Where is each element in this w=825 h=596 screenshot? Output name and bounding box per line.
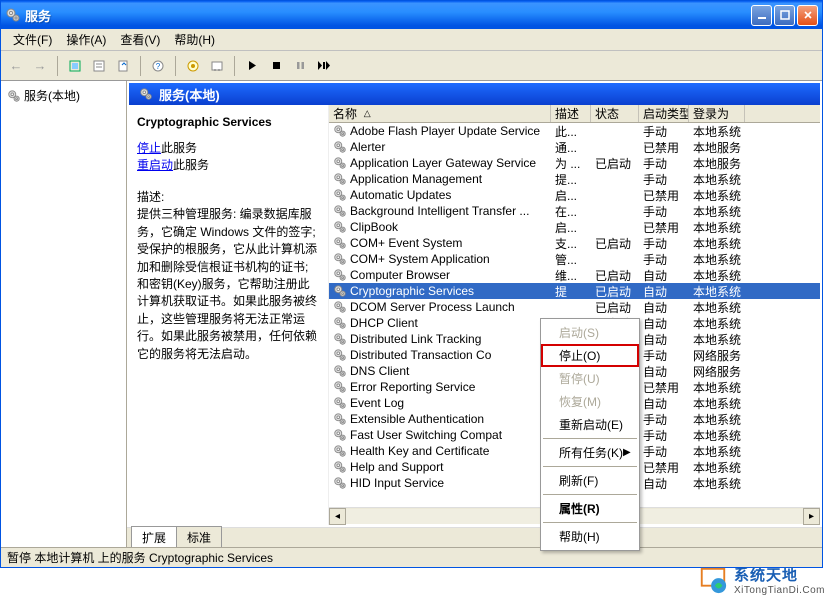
- ctx-properties[interactable]: 属性(R): [541, 497, 639, 520]
- ctx-restart[interactable]: 重新启动(E): [541, 413, 639, 436]
- service-icon: [333, 332, 347, 346]
- service-icon: [333, 396, 347, 410]
- col-status[interactable]: 状态: [591, 105, 639, 122]
- ctx-pause: 暂停(U): [541, 367, 639, 390]
- service-row[interactable]: Application Layer Gateway Service为 ...已启…: [329, 155, 820, 171]
- properties-button[interactable]: [88, 55, 110, 77]
- service-icon: [333, 220, 347, 234]
- back-button: ←: [5, 55, 27, 77]
- col-name[interactable]: 名称 △: [329, 105, 551, 122]
- service-icon: [333, 204, 347, 218]
- ctx-resume: 恢复(M): [541, 390, 639, 413]
- service-row[interactable]: Application Management提...手动本地系统: [329, 171, 820, 187]
- app-icon: [5, 7, 21, 23]
- close-button[interactable]: [797, 5, 818, 26]
- service-icon: [333, 124, 347, 138]
- menu-action[interactable]: 操作(A): [60, 29, 112, 50]
- service-row[interactable]: Background Intelligent Transfer ...在...手…: [329, 203, 820, 219]
- service-icon: [333, 236, 347, 250]
- menu-view[interactable]: 查看(V): [114, 29, 166, 50]
- col-desc[interactable]: 描述: [551, 105, 591, 122]
- maximize-button[interactable]: [774, 5, 795, 26]
- service-row[interactable]: Automatic Updates启...已禁用本地系统: [329, 187, 820, 203]
- tree-root-item[interactable]: 服务(本地): [5, 85, 122, 106]
- service-row[interactable]: Adobe Flash Player Update Service此...手动本…: [329, 123, 820, 139]
- service-icon: [333, 188, 347, 202]
- ctx-help[interactable]: 帮助(H): [541, 525, 639, 548]
- ctx-all-tasks[interactable]: 所有任务(K)▶: [541, 441, 639, 464]
- watermark-url: XiTongTianDi.Com: [734, 585, 825, 596]
- panel-header-text: 服务(本地): [159, 85, 220, 104]
- toolbar: ← → ?: [1, 51, 822, 81]
- window-title: 服务: [25, 6, 751, 25]
- service-icon: [333, 252, 347, 266]
- service-icon: [333, 380, 347, 394]
- service-row[interactable]: Computer Browser维...已启动自动本地系统: [329, 267, 820, 283]
- stop-link[interactable]: 停止: [137, 141, 161, 155]
- service-icon: [333, 460, 347, 474]
- detail-pane: Cryptographic Services 停止此服务 重启动此服务 描述: …: [129, 105, 329, 525]
- service-icon: [333, 156, 347, 170]
- panel-header-icon: [139, 87, 153, 101]
- list-header: 名称 △ 描述 状态 启动类型 登录为: [329, 105, 820, 123]
- desc-text: 提供三种管理服务: 编录数据库服务，它确定 Windows 文件的签字; 受保护…: [137, 206, 320, 363]
- minimize-button[interactable]: [751, 5, 772, 26]
- ctx-stop[interactable]: 停止(O): [541, 344, 639, 367]
- service-icon: [333, 284, 347, 298]
- col-logon[interactable]: 登录为: [689, 105, 745, 122]
- restart-link[interactable]: 重启动: [137, 158, 173, 172]
- tree-root-label: 服务(本地): [24, 87, 80, 104]
- service-row[interactable]: Cryptographic Services提已启动自动本地系统: [329, 283, 820, 299]
- toolbar-btn-1[interactable]: [64, 55, 86, 77]
- selected-service-name: Cryptographic Services: [137, 115, 320, 129]
- ctx-start: 启动(S): [541, 321, 639, 344]
- forward-button: →: [29, 55, 51, 77]
- status-text: 暂停 本地计算机 上的服务 Cryptographic Services: [7, 549, 273, 566]
- service-row[interactable]: ClipBook启...已禁用本地系统: [329, 219, 820, 235]
- restart-button[interactable]: [313, 55, 335, 77]
- tab-extended[interactable]: 扩展: [131, 526, 177, 547]
- scroll-right-button[interactable]: ▸: [803, 508, 820, 525]
- service-icon: [333, 140, 347, 154]
- panel-header: 服务(本地): [127, 81, 822, 105]
- service-icon: [333, 348, 347, 362]
- ctx-refresh[interactable]: 刷新(F): [541, 469, 639, 492]
- export-button[interactable]: [112, 55, 134, 77]
- service-icon: [333, 268, 347, 282]
- toolbar-btn-5[interactable]: [182, 55, 204, 77]
- service-row[interactable]: Alerter通...已禁用本地服务: [329, 139, 820, 155]
- play-button[interactable]: [241, 55, 263, 77]
- toolbar-btn-6[interactable]: [206, 55, 228, 77]
- service-icon: [333, 428, 347, 442]
- service-icon: [333, 316, 347, 330]
- watermark-logo-icon: [698, 565, 728, 595]
- watermark: 系统天地 XiTongTianDi.Com: [698, 564, 825, 596]
- desc-label: 描述:: [137, 189, 320, 206]
- col-startup[interactable]: 启动类型: [639, 105, 689, 122]
- menu-help[interactable]: 帮助(H): [168, 29, 221, 50]
- context-menu: 启动(S) 停止(O) 暂停(U) 恢复(M) 重新启动(E) 所有任务(K)▶…: [540, 318, 640, 551]
- help-button[interactable]: ?: [147, 55, 169, 77]
- service-row[interactable]: COM+ Event System支...已启动手动本地系统: [329, 235, 820, 251]
- service-icon: [333, 412, 347, 426]
- watermark-title: 系统天地: [734, 564, 825, 585]
- tree-pane: 服务(本地): [1, 81, 127, 547]
- service-icon: [333, 444, 347, 458]
- menu-bar: 文件(F) 操作(A) 查看(V) 帮助(H): [1, 29, 822, 51]
- service-icon: [333, 172, 347, 186]
- services-icon: [7, 89, 21, 103]
- pause-button: [289, 55, 311, 77]
- stop-button[interactable]: [265, 55, 287, 77]
- menu-file[interactable]: 文件(F): [7, 29, 58, 50]
- service-icon: [333, 476, 347, 490]
- title-bar: 服务: [1, 1, 822, 29]
- scroll-left-button[interactable]: ◂: [329, 508, 346, 525]
- service-icon: [333, 364, 347, 378]
- view-tabs: 扩展 标准: [127, 527, 822, 547]
- service-row[interactable]: COM+ System Application管...手动本地系统: [329, 251, 820, 267]
- service-icon: [333, 300, 347, 314]
- service-row[interactable]: DCOM Server Process Launch已启动自动本地系统: [329, 299, 820, 315]
- svg-text:?: ?: [156, 62, 161, 71]
- tab-standard[interactable]: 标准: [176, 526, 222, 547]
